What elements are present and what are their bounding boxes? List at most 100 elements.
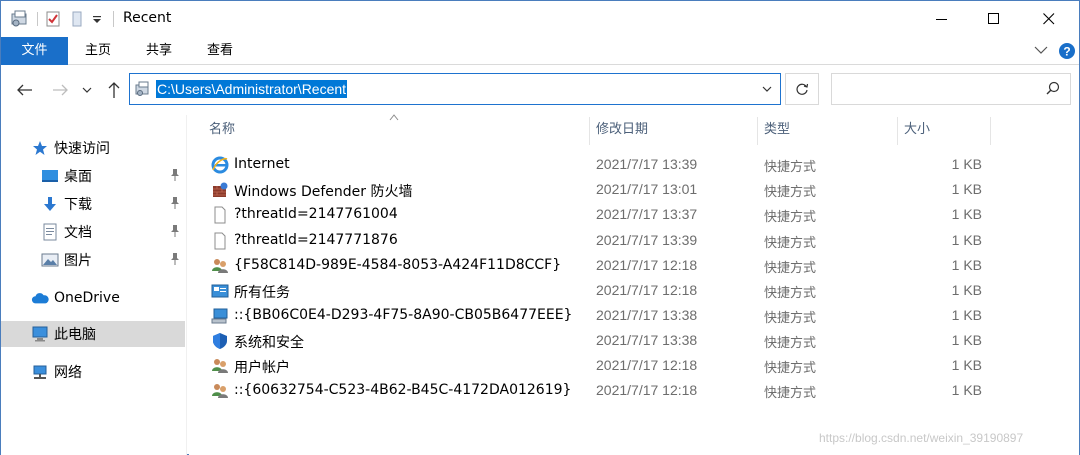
close-icon <box>1043 13 1055 25</box>
table-row[interactable]: ::{BB06C0E4-D293-4F75-8A90-CB05B6477EEE}… <box>189 304 989 329</box>
file-date: 2021/7/17 13:37 <box>596 206 698 222</box>
column-divider[interactable] <box>897 117 898 145</box>
address-bar[interactable]: C:\Users\Administrator\Recent <box>129 73 781 105</box>
column-header-name[interactable]: 名称 <box>209 115 589 145</box>
column-header-type[interactable]: 类型 <box>764 115 894 145</box>
chevron-down-icon <box>82 87 92 93</box>
refresh-button[interactable] <box>785 73 819 105</box>
navigation-pane: 快速访问 桌面 下载 文档 图片 OneDrive 此电脑 网络 <box>1 115 187 455</box>
file-name: 用户帐户 <box>234 360 290 376</box>
column-divider[interactable] <box>757 117 758 145</box>
expand-ribbon-button[interactable] <box>1033 42 1049 60</box>
window-app-icon[interactable] <box>9 8 31 30</box>
tab-view[interactable]: 查看 <box>194 37 246 65</box>
document-icon <box>41 223 59 241</box>
address-dropdown-button[interactable] <box>754 74 780 104</box>
nav-item-downloads[interactable]: 下载 <box>1 191 185 217</box>
file-date: 2021/7/17 13:39 <box>596 232 698 248</box>
pin-icon[interactable] <box>169 168 181 186</box>
file-type: 快捷方式 <box>764 386 817 401</box>
file-name: {F58C814D-989E-4584-8053-A424F11D8CCF} <box>234 257 562 273</box>
search-input[interactable] <box>831 73 1071 105</box>
nav-item-label: 快速访问 <box>54 141 110 157</box>
file-type: 快捷方式 <box>764 311 817 326</box>
column-divider[interactable] <box>589 117 590 145</box>
search-icon <box>1046 81 1060 99</box>
tab-home[interactable]: 主页 <box>73 37 123 65</box>
nav-item-onedrive[interactable]: OneDrive <box>1 285 185 311</box>
file-type: 快捷方式 <box>764 160 817 175</box>
nav-item-pictures[interactable]: 图片 <box>1 247 185 273</box>
file-date: 2021/7/17 13:39 <box>596 156 698 172</box>
pin-icon[interactable] <box>169 252 181 270</box>
nav-item-this-pc[interactable]: 此电脑 <box>1 321 185 347</box>
up-button[interactable] <box>103 79 125 101</box>
tab-file[interactable]: 文件 <box>1 37 68 65</box>
nav-item-label: 图片 <box>64 253 92 269</box>
picture-icon <box>41 251 59 269</box>
pin-icon[interactable] <box>169 224 181 242</box>
table-row[interactable]: 系统和安全 2021/7/17 13:38 快捷方式 1 KB <box>189 329 989 354</box>
control-panel-icon <box>211 282 229 300</box>
nav-item-desktop[interactable]: 桌面 <box>1 163 185 189</box>
address-path[interactable]: C:\Users\Administrator\Recent <box>156 80 348 98</box>
file-type: 快捷方式 <box>764 210 817 225</box>
file-type: 快捷方式 <box>764 185 817 200</box>
file-date: 2021/7/17 13:38 <box>596 307 698 323</box>
recent-locations-button[interactable] <box>78 79 96 101</box>
back-button[interactable] <box>14 79 36 101</box>
nav-item-label: OneDrive <box>54 290 120 306</box>
ribbon-tabs: 文件 主页 共享 查看 ? <box>1 37 1079 65</box>
download-icon <box>41 195 59 213</box>
file-date: 2021/7/17 12:18 <box>596 282 698 298</box>
arrow-right-icon <box>53 84 68 96</box>
tab-share[interactable]: 共享 <box>132 37 186 65</box>
table-row[interactable]: Windows Defender 防火墙 2021/7/17 13:01 快捷方… <box>189 178 989 203</box>
watermark: https://blog.csdn.net/weixin_39190897 <box>819 431 1024 445</box>
column-header-date[interactable]: 修改日期 <box>596 115 756 145</box>
table-row[interactable]: ::{60632754-C523-4B62-B45C-4172DA012619}… <box>189 379 989 404</box>
minimize-icon <box>936 19 947 20</box>
address-row: C:\Users\Administrator\Recent <box>1 65 1079 115</box>
nav-item-quick-access[interactable]: 快速访问 <box>1 135 185 161</box>
table-row[interactable]: 用户帐户 2021/7/17 12:18 快捷方式 1 KB <box>189 354 989 379</box>
nav-item-documents[interactable]: 文档 <box>1 219 185 245</box>
firewall-icon <box>211 181 229 199</box>
nav-item-network[interactable]: 网络 <box>1 359 185 385</box>
new-folder-icon[interactable] <box>68 10 86 28</box>
minimize-button[interactable] <box>919 1 965 37</box>
file-name: ?threatId=2147771876 <box>234 232 398 248</box>
star-icon <box>31 139 49 157</box>
nav-item-label: 网络 <box>54 365 82 381</box>
file-size: 1 KB <box>951 156 982 172</box>
column-header-size[interactable]: 大小 <box>904 115 984 145</box>
file-type: 快捷方式 <box>764 236 817 251</box>
shield-icon <box>211 332 229 350</box>
table-row[interactable]: {F58C814D-989E-4584-8053-A424F11D8CCF} 2… <box>189 254 989 279</box>
file-name: ::{60632754-C523-4B62-B45C-4172DA012619} <box>234 382 572 398</box>
properties-icon[interactable] <box>44 10 62 28</box>
forward-button[interactable] <box>49 79 71 101</box>
file-size: 1 KB <box>951 181 982 197</box>
qa-dropdown-icon[interactable] <box>90 10 104 28</box>
table-row[interactable]: ?threatId=2147771876 2021/7/17 13:39 快捷方… <box>189 229 989 254</box>
close-button[interactable] <box>1026 1 1072 37</box>
table-row[interactable]: Internet 2021/7/17 13:39 快捷方式 1 KB <box>189 153 989 178</box>
table-row[interactable]: ?threatId=2147761004 2021/7/17 13:37 快捷方… <box>189 203 989 228</box>
computer-icon <box>31 325 49 343</box>
file-list: 名称 修改日期 类型 大小 Internet 2021/7/17 13:39 快… <box>189 114 1079 455</box>
table-row[interactable]: 所有任务 2021/7/17 12:18 快捷方式 1 KB <box>189 279 989 304</box>
file-date: 2021/7/17 13:38 <box>596 332 698 348</box>
column-divider[interactable] <box>990 117 991 145</box>
explorer-window: Recent 文件 主页 共享 查看 ? C:\Users\Administra… <box>0 0 1080 455</box>
file-name: 系统和安全 <box>234 335 304 351</box>
users-icon <box>211 382 229 400</box>
file-size: 1 KB <box>951 332 982 348</box>
help-button[interactable]: ? <box>1058 42 1076 60</box>
desktop-icon <box>41 167 59 185</box>
pin-icon[interactable] <box>169 196 181 214</box>
nav-item-label: 文档 <box>64 225 92 241</box>
maximize-button[interactable] <box>971 1 1017 37</box>
file-name: Internet <box>234 156 290 172</box>
file-name: ::{BB06C0E4-D293-4F75-8A90-CB05B6477EEE} <box>234 307 573 323</box>
